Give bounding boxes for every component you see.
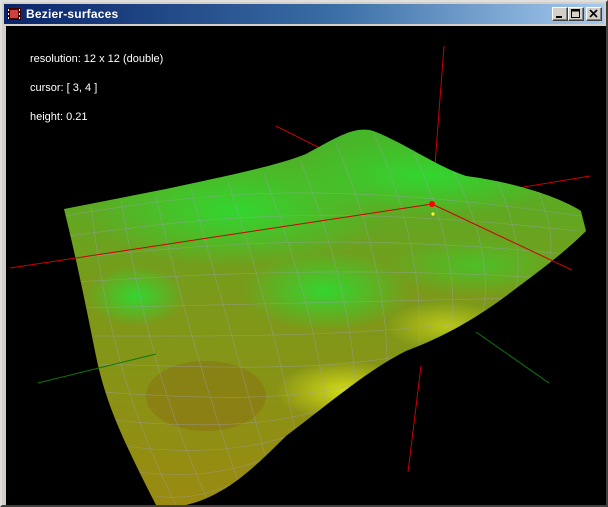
cursor-label: cursor: [ 3, 4 ] <box>30 82 98 94</box>
close-icon <box>589 9 598 18</box>
cursor-handle <box>431 212 435 216</box>
resolution-label: resolution: 12 x 12 (double) <box>30 53 164 65</box>
app-window: Bezier-surfaces resolution: 12 x 12 (dou… <box>0 0 608 507</box>
film-icon <box>7 8 21 20</box>
maximize-button[interactable] <box>568 7 584 21</box>
cursor-point[interactable] <box>429 201 435 207</box>
minimize-button[interactable] <box>552 7 568 21</box>
maximize-icon <box>571 9 580 18</box>
axis-red-down <box>407 365 422 473</box>
window-title: Bezier-surfaces <box>26 7 119 21</box>
minimize-icon <box>556 16 562 18</box>
axis-green-right <box>475 331 550 384</box>
close-button[interactable] <box>586 7 602 21</box>
bezier-surface[interactable] <box>6 106 606 505</box>
bezier-surface-scene[interactable] <box>6 26 606 505</box>
gl-viewport[interactable]: resolution: 12 x 12 (double) cursor: [ 3… <box>6 26 606 505</box>
height-label: height: 0.21 <box>30 111 88 123</box>
title-bar[interactable]: Bezier-surfaces <box>4 4 604 24</box>
